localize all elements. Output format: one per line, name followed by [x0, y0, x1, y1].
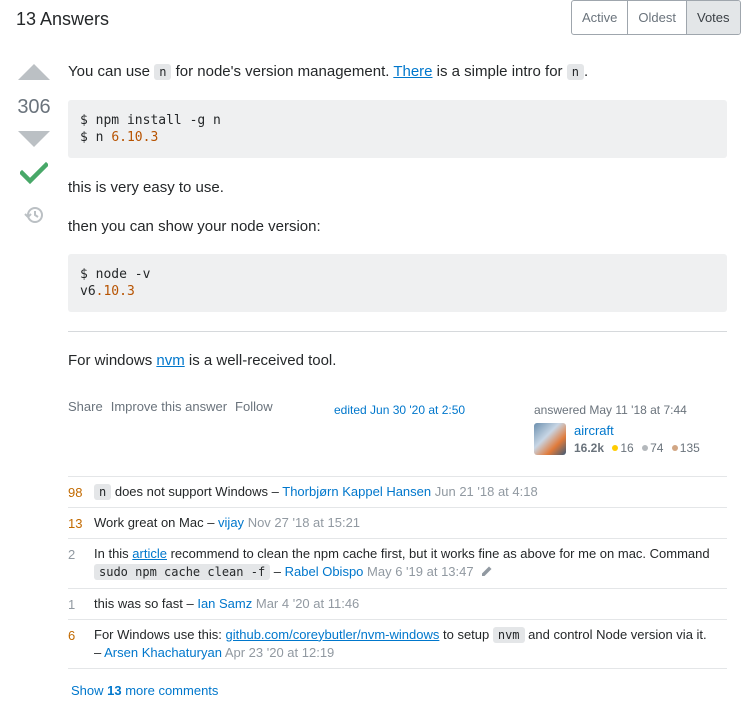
answered-timestamp: answered May 11 '18 at 7:44 — [534, 403, 687, 417]
comment-date: May 6 '19 at 13:47 — [367, 564, 474, 579]
downvote-arrow-icon[interactable] — [18, 131, 50, 147]
comment-user-link[interactable]: Rabel Obispo — [285, 564, 364, 579]
comment-text: this was so fast – — [94, 595, 198, 611]
answers-count-title: 13 Answers — [16, 9, 110, 29]
nvm-link[interactable]: nvm — [156, 352, 184, 369]
history-icon[interactable] — [24, 205, 44, 229]
bronze-badge-icon — [671, 445, 678, 451]
comments-list: 98 n does not support Windows – Thorbjør… — [68, 476, 727, 669]
comment-score: 6 — [68, 627, 76, 643]
gold-badge-icon — [612, 445, 619, 451]
comment-user-link[interactable]: vijay — [218, 515, 244, 530]
inline-code: sudo npm cache clean -f — [94, 564, 271, 580]
post-menu: Share Improve this answer Follow — [68, 399, 281, 414]
code-block-version: $ node -v v6.10.3 — [68, 254, 727, 312]
edited-timestamp-link[interactable]: edited Jun 30 '20 at 2:50 — [334, 403, 465, 417]
user-card: answered May 11 '18 at 7:44 aircraft 16.… — [534, 403, 724, 455]
comment-row: 13 Work great on Mac – vijay Nov 27 '18 … — [68, 507, 727, 538]
gold-badge-count: 16 — [620, 441, 634, 455]
comment-score: 13 — [68, 516, 83, 531]
text: For windows — [68, 352, 157, 369]
text: You can use — [68, 63, 155, 80]
comment-text: recommend to clean the npm cache first, … — [166, 546, 710, 561]
comment-text: to setup — [439, 626, 493, 642]
answer-paragraph-4: For windows nvm is a well-received tool. — [68, 351, 727, 370]
follow-link[interactable]: Follow — [235, 399, 273, 414]
bronze-badge-count: 135 — [679, 441, 700, 455]
tab-oldest[interactable]: Oldest — [628, 1, 687, 34]
answer-body: You can use n for node's version managem… — [68, 62, 727, 370]
comment-score: 1 — [68, 596, 76, 612]
reputation-score: 16.2k — [574, 441, 605, 455]
reputation-line: 16.2k 16 74 135 — [574, 441, 700, 455]
nvm-windows-link[interactable]: github.com/coreybutler/nvm-windows — [226, 627, 440, 642]
comment-user-link[interactable]: Ian Samz — [197, 596, 252, 611]
comment-body: In this article recommend to clean the n… — [94, 539, 727, 588]
comment-text: For Windows use this: — [94, 626, 226, 642]
vote-column: 306 — [12, 64, 56, 229]
show-more-comments-link[interactable]: Show 13 more comments — [71, 683, 218, 698]
comment-body: Work great on Mac – vijay Nov 27 '18 at … — [94, 508, 727, 538]
comment-user-link[interactable]: Thorbjørn Kappel Hansen — [282, 484, 431, 499]
text: more comments — [121, 683, 219, 698]
answer-paragraph-2: this is very easy to use. — [68, 179, 224, 196]
text: Show — [71, 683, 108, 698]
inline-code: n — [154, 64, 172, 80]
code-number: 6.10.3 — [111, 130, 159, 145]
vote-count: 306 — [17, 96, 51, 118]
comment-text: – — [270, 564, 285, 579]
text: for node's version management. — [171, 63, 394, 80]
comment-row: 1 this was so fast – Ian Samz Mar 4 '20 … — [68, 587, 727, 619]
comment-text: and control Node version via it. — [524, 626, 707, 642]
author-name-link[interactable]: aircraft — [574, 423, 614, 438]
code-block-install: $ npm install -g n $ n 6.10.3 — [68, 100, 727, 158]
tab-votes[interactable]: Votes — [686, 1, 740, 34]
comment-score: 2 — [68, 547, 76, 562]
comment-body: n does not support Windows – Thorbjørn K… — [94, 477, 727, 507]
improve-answer-link[interactable]: Improve this answer — [111, 399, 227, 414]
code-line: $ npm install -g n — [80, 113, 221, 128]
text: is a simple intro for — [432, 63, 567, 80]
sort-tabs: Active Oldest Votes — [571, 0, 741, 35]
comment-date: Mar 4 '20 at 11:46 — [255, 595, 360, 611]
comment-text: In this — [94, 546, 133, 561]
more-comments-count: 13 — [107, 683, 122, 698]
text: is a well-received tool. — [184, 352, 337, 369]
comment-score: 98 — [68, 485, 83, 500]
answer-paragraph-1: You can use n for node's version managem… — [68, 62, 727, 82]
pencil-edit-icon — [481, 564, 493, 582]
avatar[interactable] — [534, 423, 566, 455]
comment-body: this was so fast – Ian Samz Mar 4 '20 at… — [94, 589, 727, 619]
code-line: $ n — [80, 130, 112, 145]
comment-text: – — [94, 644, 105, 660]
comment-date: Apr 23 '20 at 12:19 — [224, 644, 335, 660]
article-link[interactable]: article — [132, 546, 167, 561]
comment-text: Work great on Mac – — [94, 515, 219, 530]
comment-row: 6 For Windows use this: github.com/corey… — [68, 618, 727, 669]
inline-code: nvm — [492, 626, 525, 643]
intro-link[interactable]: There — [393, 63, 432, 80]
upvote-arrow-icon[interactable] — [18, 64, 50, 80]
share-link[interactable]: Share — [68, 399, 103, 414]
comment-row: 2 In this article recommend to clean the… — [68, 538, 727, 588]
accepted-check-icon — [18, 161, 50, 189]
text: . — [583, 63, 589, 80]
answer-paragraph-3: then you can show your node version: — [68, 218, 321, 235]
comment-text: does not support Windows – — [111, 484, 283, 499]
inline-code: n — [94, 484, 112, 500]
inline-code: n — [566, 64, 584, 80]
code-line: $ node -v — [80, 267, 151, 282]
divider — [68, 331, 727, 332]
silver-badge-count: 74 — [650, 441, 664, 455]
comment-date: Nov 27 '18 at 15:21 — [247, 515, 361, 530]
comment-date: Jun 21 '18 at 4:18 — [434, 484, 538, 499]
comment-user-link[interactable]: Arsen Khachaturyan — [104, 645, 222, 660]
code-line: v6 — [80, 284, 96, 299]
comment-row: 98 n does not support Windows – Thorbjør… — [68, 476, 727, 507]
comment-body: For Windows use this: github.com/coreybu… — [94, 620, 727, 668]
silver-badge-icon — [642, 445, 649, 451]
code-number: .10.3 — [95, 284, 135, 299]
tab-active[interactable]: Active — [572, 1, 629, 34]
